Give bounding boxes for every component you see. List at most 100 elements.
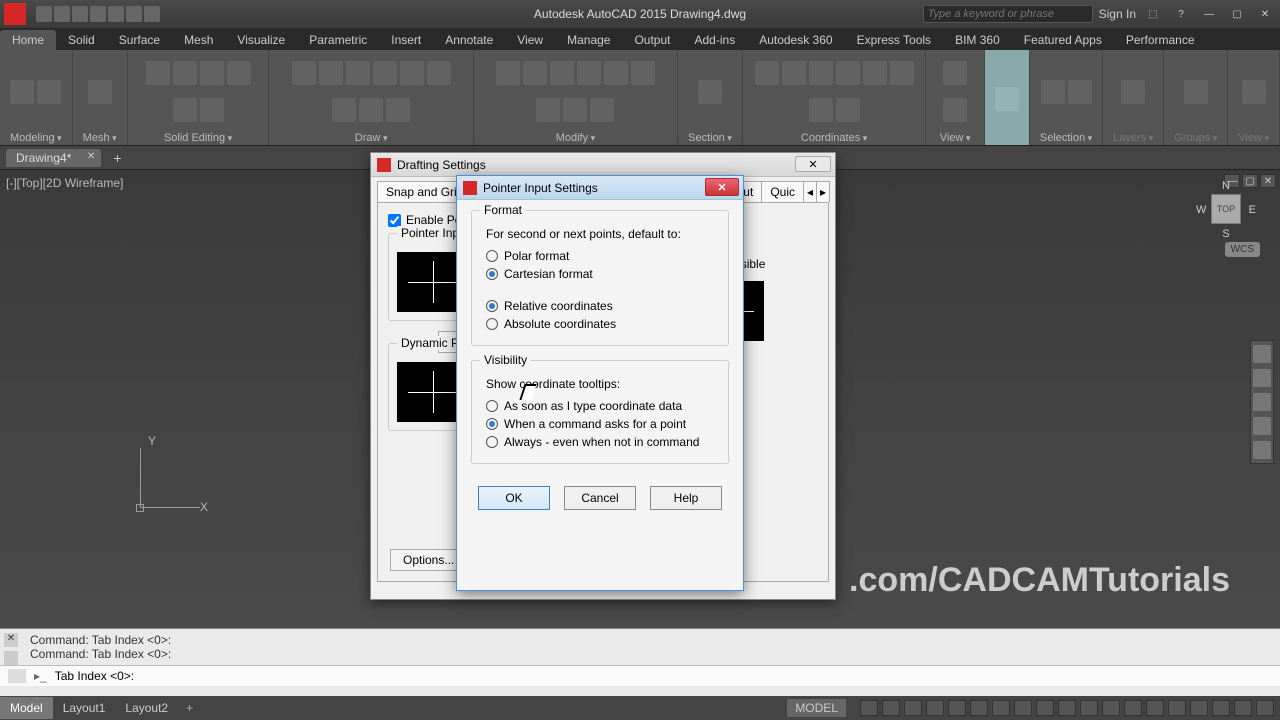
panel-label-draw[interactable]: Draw — [351, 131, 392, 145]
se-icon[interactable] — [200, 98, 224, 122]
dyn-toggle-icon[interactable] — [1014, 700, 1032, 716]
grid-toggle-icon[interactable] — [860, 700, 878, 716]
draw-icon[interactable] — [386, 98, 410, 122]
tab-performance[interactable]: Performance — [1114, 30, 1207, 50]
draw-icon[interactable] — [400, 61, 424, 85]
viewcube[interactable]: N S E W TOP — [1198, 182, 1254, 238]
ann-toggle-icon[interactable] — [1124, 700, 1142, 716]
nav-wheel-icon[interactable] — [1253, 345, 1271, 363]
coord-icon[interactable] — [782, 61, 806, 85]
3dosnap-toggle-icon[interactable] — [970, 700, 988, 716]
se-icon[interactable] — [173, 98, 197, 122]
smooth-icon[interactable] — [88, 80, 112, 104]
osnap-toggle-icon[interactable] — [948, 700, 966, 716]
draw-icon[interactable] — [319, 61, 343, 85]
radio-polar[interactable] — [486, 250, 498, 262]
close-doc-icon[interactable]: ✕ — [87, 151, 95, 162]
snap-toggle-icon[interactable] — [882, 700, 900, 716]
nav-showmotion-icon[interactable] — [1253, 441, 1271, 459]
tab-surface[interactable]: Surface — [107, 30, 172, 50]
signin-text[interactable]: Sign In — [1099, 7, 1136, 21]
mod-icon[interactable] — [604, 61, 628, 85]
mod-icon[interactable] — [563, 98, 587, 122]
sc-toggle-icon[interactable] — [1102, 700, 1120, 716]
tab-addins[interactable]: Add-ins — [683, 30, 748, 50]
tab-annotate[interactable]: Annotate — [433, 30, 505, 50]
view-icon[interactable] — [943, 98, 967, 122]
maximize-button[interactable]: ▢ — [1226, 6, 1248, 22]
panel-label-mesh[interactable]: Mesh — [79, 131, 121, 145]
se-icon[interactable] — [173, 61, 197, 85]
polar-toggle-icon[interactable] — [926, 700, 944, 716]
panel-label-selection[interactable]: Selection — [1036, 131, 1096, 145]
isolate-icon[interactable] — [1212, 700, 1230, 716]
wcs-badge[interactable]: WCS — [1225, 242, 1260, 257]
se-icon[interactable] — [227, 61, 251, 85]
tab-scroll-right[interactable]: ▸ — [816, 181, 830, 202]
nofilter-icon[interactable] — [1041, 80, 1065, 104]
minimize-button[interactable]: — — [1198, 6, 1220, 22]
mod-icon[interactable] — [496, 61, 520, 85]
coord-icon[interactable] — [809, 98, 833, 122]
qat-undo-icon[interactable] — [126, 6, 142, 22]
tab-scroll-left[interactable]: ◂ — [803, 181, 817, 202]
tab-a360[interactable]: Autodesk 360 — [747, 30, 844, 50]
coord-icon[interactable] — [836, 98, 860, 122]
tab-home[interactable]: Home — [0, 30, 56, 50]
panel-label-solidediting[interactable]: Solid Editing — [160, 131, 236, 145]
tab-visualize[interactable]: Visualize — [225, 30, 297, 50]
tab-solid[interactable]: Solid — [56, 30, 107, 50]
coord-icon[interactable] — [809, 61, 833, 85]
search-input[interactable] — [923, 5, 1093, 23]
tab-view[interactable]: View — [505, 30, 555, 50]
viewcube-e[interactable]: E — [1249, 204, 1256, 216]
viewcube-w[interactable]: W — [1196, 204, 1206, 216]
coord-icon[interactable] — [836, 61, 860, 85]
close-button[interactable]: ✕ — [1254, 6, 1276, 22]
mod-icon[interactable] — [550, 61, 574, 85]
transparency-toggle-icon[interactable] — [1058, 700, 1076, 716]
tab-parametric[interactable]: Parametric — [297, 30, 379, 50]
draw-icon[interactable] — [373, 61, 397, 85]
command-input-row[interactable]: ▸_ Tab Index <0>: — [0, 665, 1280, 686]
pointer-title-bar[interactable]: Pointer Input Settings ✕ — [457, 176, 743, 200]
section-icon[interactable] — [698, 80, 722, 104]
nav-zoom-icon[interactable] — [1253, 393, 1271, 411]
cmd-prompt-icon[interactable] — [8, 669, 26, 683]
command-input-text[interactable]: Tab Index <0>: — [55, 669, 134, 683]
draw-icon[interactable] — [359, 98, 383, 122]
vs-icon[interactable] — [995, 87, 1019, 111]
viewcube-n[interactable]: N — [1222, 180, 1230, 192]
draw-icon[interactable] — [427, 61, 451, 85]
mod-icon[interactable] — [536, 98, 560, 122]
close-pointer-button[interactable]: ✕ — [705, 178, 739, 196]
qat-saveas-icon[interactable] — [90, 6, 106, 22]
lwt-toggle-icon[interactable] — [1036, 700, 1054, 716]
ok-button[interactable]: OK — [478, 486, 550, 510]
draw-icon[interactable] — [292, 61, 316, 85]
tab-express[interactable]: Express Tools — [845, 30, 943, 50]
viewcube-face[interactable]: TOP — [1211, 194, 1241, 224]
tab-layout1[interactable]: Layout1 — [53, 697, 116, 719]
tab-bim360[interactable]: BIM 360 — [943, 30, 1012, 50]
app-logo[interactable] — [4, 3, 26, 25]
cleanscreen-icon[interactable] — [1234, 700, 1252, 716]
panel-label-coordinates[interactable]: Coordinates — [797, 131, 871, 145]
tab-mesh[interactable]: Mesh — [172, 30, 225, 50]
doc-tab-drawing4[interactable]: Drawing4* ✕ — [6, 149, 101, 167]
nav-pan-icon[interactable] — [1253, 369, 1271, 387]
tab-insert[interactable]: Insert — [379, 30, 433, 50]
groups-icon[interactable] — [1184, 80, 1208, 104]
drafting-title-bar[interactable]: Drafting Settings ✕ — [371, 153, 835, 177]
help-button[interactable]: Help — [650, 486, 722, 510]
draw-icon[interactable] — [332, 98, 356, 122]
cmdline-close-icon[interactable]: ✕ — [4, 633, 18, 647]
se-icon[interactable] — [200, 61, 224, 85]
tab-featured[interactable]: Featured Apps — [1012, 30, 1114, 50]
workspace-icon[interactable] — [1146, 700, 1164, 716]
layers-icon[interactable] — [1121, 80, 1145, 104]
tab-model[interactable]: Model — [0, 697, 53, 719]
se-icon[interactable] — [146, 61, 170, 85]
gizmo-icon[interactable] — [1068, 80, 1092, 104]
qp-toggle-icon[interactable] — [1080, 700, 1098, 716]
